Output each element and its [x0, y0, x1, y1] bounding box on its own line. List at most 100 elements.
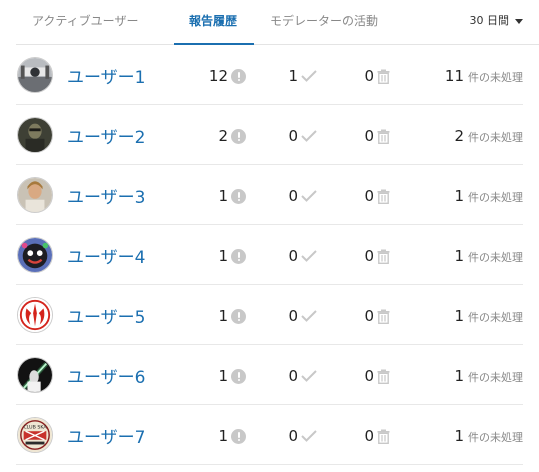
exclamation-icon	[231, 308, 246, 324]
tab-active-users[interactable]: アクティブユーザー	[32, 12, 138, 29]
pending-label: 件の未処理	[468, 311, 523, 324]
pending-count-value: 1	[454, 367, 464, 385]
deleted-count: 0	[346, 186, 390, 206]
trash-icon	[377, 189, 390, 204]
flag-count: 1	[198, 426, 246, 446]
username-link[interactable]: ユーザー3	[67, 183, 145, 208]
check-icon	[301, 250, 317, 262]
list-item: CLUB SKA ユーザー7 1 0 0 1 件の未処理	[16, 405, 523, 465]
trash-icon	[377, 69, 390, 84]
deleted-count-value: 0	[364, 127, 374, 145]
check-icon	[301, 70, 317, 82]
username-link[interactable]: ユーザー2	[67, 123, 145, 148]
pending-count[interactable]: 1 件の未処理	[454, 186, 523, 205]
chevron-down-icon	[515, 18, 523, 24]
deleted-count-value: 0	[364, 307, 374, 325]
deleted-count: 0	[346, 126, 390, 146]
exclamation-icon	[231, 128, 246, 144]
username-link[interactable]: ユーザー1	[67, 63, 145, 88]
avatar[interactable]: CLUB SKA	[17, 417, 53, 453]
check-icon	[301, 370, 317, 382]
list-item: ユーザー1 12 1 0 11 件の未処理	[16, 45, 523, 105]
agreed-count: 0	[276, 246, 317, 266]
flag-count: 1	[198, 186, 246, 206]
deleted-count: 0	[346, 366, 390, 386]
agreed-count: 0	[276, 426, 317, 446]
tab-bar: アクティブユーザー 報告履歴 モデレーターの活動	[16, 0, 539, 45]
username-link[interactable]: ユーザー5	[67, 303, 145, 328]
pending-label: 件の未処理	[468, 431, 523, 444]
pending-count[interactable]: 1 件の未処理	[454, 306, 523, 325]
user-list: ユーザー1 12 1 0 11 件の未処理 ユーザー2 2 0 0 2 件の未処…	[16, 45, 523, 465]
tab-moderator-activity[interactable]: モデレーターの活動	[270, 12, 378, 29]
deleted-count: 0	[346, 426, 390, 446]
pending-count-value: 1	[454, 307, 464, 325]
flag-count-value: 1	[218, 187, 228, 205]
pending-label: 件の未処理	[468, 131, 523, 144]
agreed-count-value: 0	[288, 367, 298, 385]
flag-count-value: 12	[208, 67, 228, 85]
agreed-count: 0	[276, 306, 317, 326]
avatar[interactable]	[17, 237, 53, 273]
avatar[interactable]	[17, 357, 53, 393]
flag-count-value: 2	[218, 127, 228, 145]
flag-count: 12	[198, 66, 246, 86]
pending-count-value: 2	[454, 127, 464, 145]
exclamation-icon	[231, 188, 246, 204]
trash-icon	[377, 369, 390, 384]
list-item: ユーザー4 1 0 0 1 件の未処理	[16, 225, 523, 285]
deleted-count: 0	[346, 306, 390, 326]
exclamation-icon	[231, 248, 246, 264]
avatar[interactable]	[17, 297, 53, 333]
trash-icon	[377, 249, 390, 264]
agreed-count: 0	[276, 126, 317, 146]
pending-count[interactable]: 1 件の未処理	[454, 366, 523, 385]
trash-icon	[377, 129, 390, 144]
flag-count: 2	[198, 126, 246, 146]
pending-count-value: 1	[454, 427, 464, 445]
period-label: 30 日間	[469, 14, 510, 27]
list-item: ユーザー5 1 0 0 1 件の未処理	[16, 285, 523, 345]
avatar[interactable]	[17, 117, 53, 153]
pending-label: 件の未処理	[468, 71, 523, 84]
pending-label: 件の未処理	[468, 371, 523, 384]
pending-count-value: 1	[454, 247, 464, 265]
badge-text: CLUB SKA	[23, 424, 47, 430]
flag-count-value: 1	[218, 367, 228, 385]
pending-count[interactable]: 2 件の未処理	[454, 126, 523, 145]
pending-count-value: 1	[454, 187, 464, 205]
avatar[interactable]	[17, 57, 53, 93]
pending-label: 件の未処理	[468, 191, 523, 204]
pending-count[interactable]: 11 件の未処理	[445, 66, 523, 85]
avatar[interactable]	[17, 177, 53, 213]
agreed-count-value: 0	[288, 187, 298, 205]
deleted-count-value: 0	[364, 427, 374, 445]
username-link[interactable]: ユーザー4	[67, 243, 145, 268]
exclamation-icon	[231, 68, 246, 84]
flag-count: 1	[198, 366, 246, 386]
flag-count-value: 1	[218, 427, 228, 445]
check-icon	[301, 130, 317, 142]
deleted-count: 0	[346, 246, 390, 266]
pending-count[interactable]: 1 件の未処理	[454, 426, 523, 445]
pending-count[interactable]: 1 件の未処理	[454, 246, 523, 265]
username-link[interactable]: ユーザー6	[67, 363, 145, 388]
agreed-count-value: 0	[288, 427, 298, 445]
agreed-count-value: 0	[288, 247, 298, 265]
check-icon	[301, 190, 317, 202]
tab-flag-history[interactable]: 報告履歴	[189, 12, 237, 29]
deleted-count: 0	[346, 66, 390, 86]
period-dropdown[interactable]: 30 日間	[469, 12, 523, 28]
flag-count-value: 1	[218, 247, 228, 265]
pending-label: 件の未処理	[468, 251, 523, 264]
agreed-count-value: 0	[288, 127, 298, 145]
agreed-count: 0	[276, 186, 317, 206]
trash-icon	[377, 429, 390, 444]
list-item: ユーザー2 2 0 0 2 件の未処理	[16, 105, 523, 165]
exclamation-icon	[231, 428, 246, 444]
username-link[interactable]: ユーザー7	[67, 423, 145, 448]
flag-count: 1	[198, 246, 246, 266]
flag-count: 1	[198, 306, 246, 326]
trash-icon	[377, 309, 390, 324]
exclamation-icon	[231, 368, 246, 384]
